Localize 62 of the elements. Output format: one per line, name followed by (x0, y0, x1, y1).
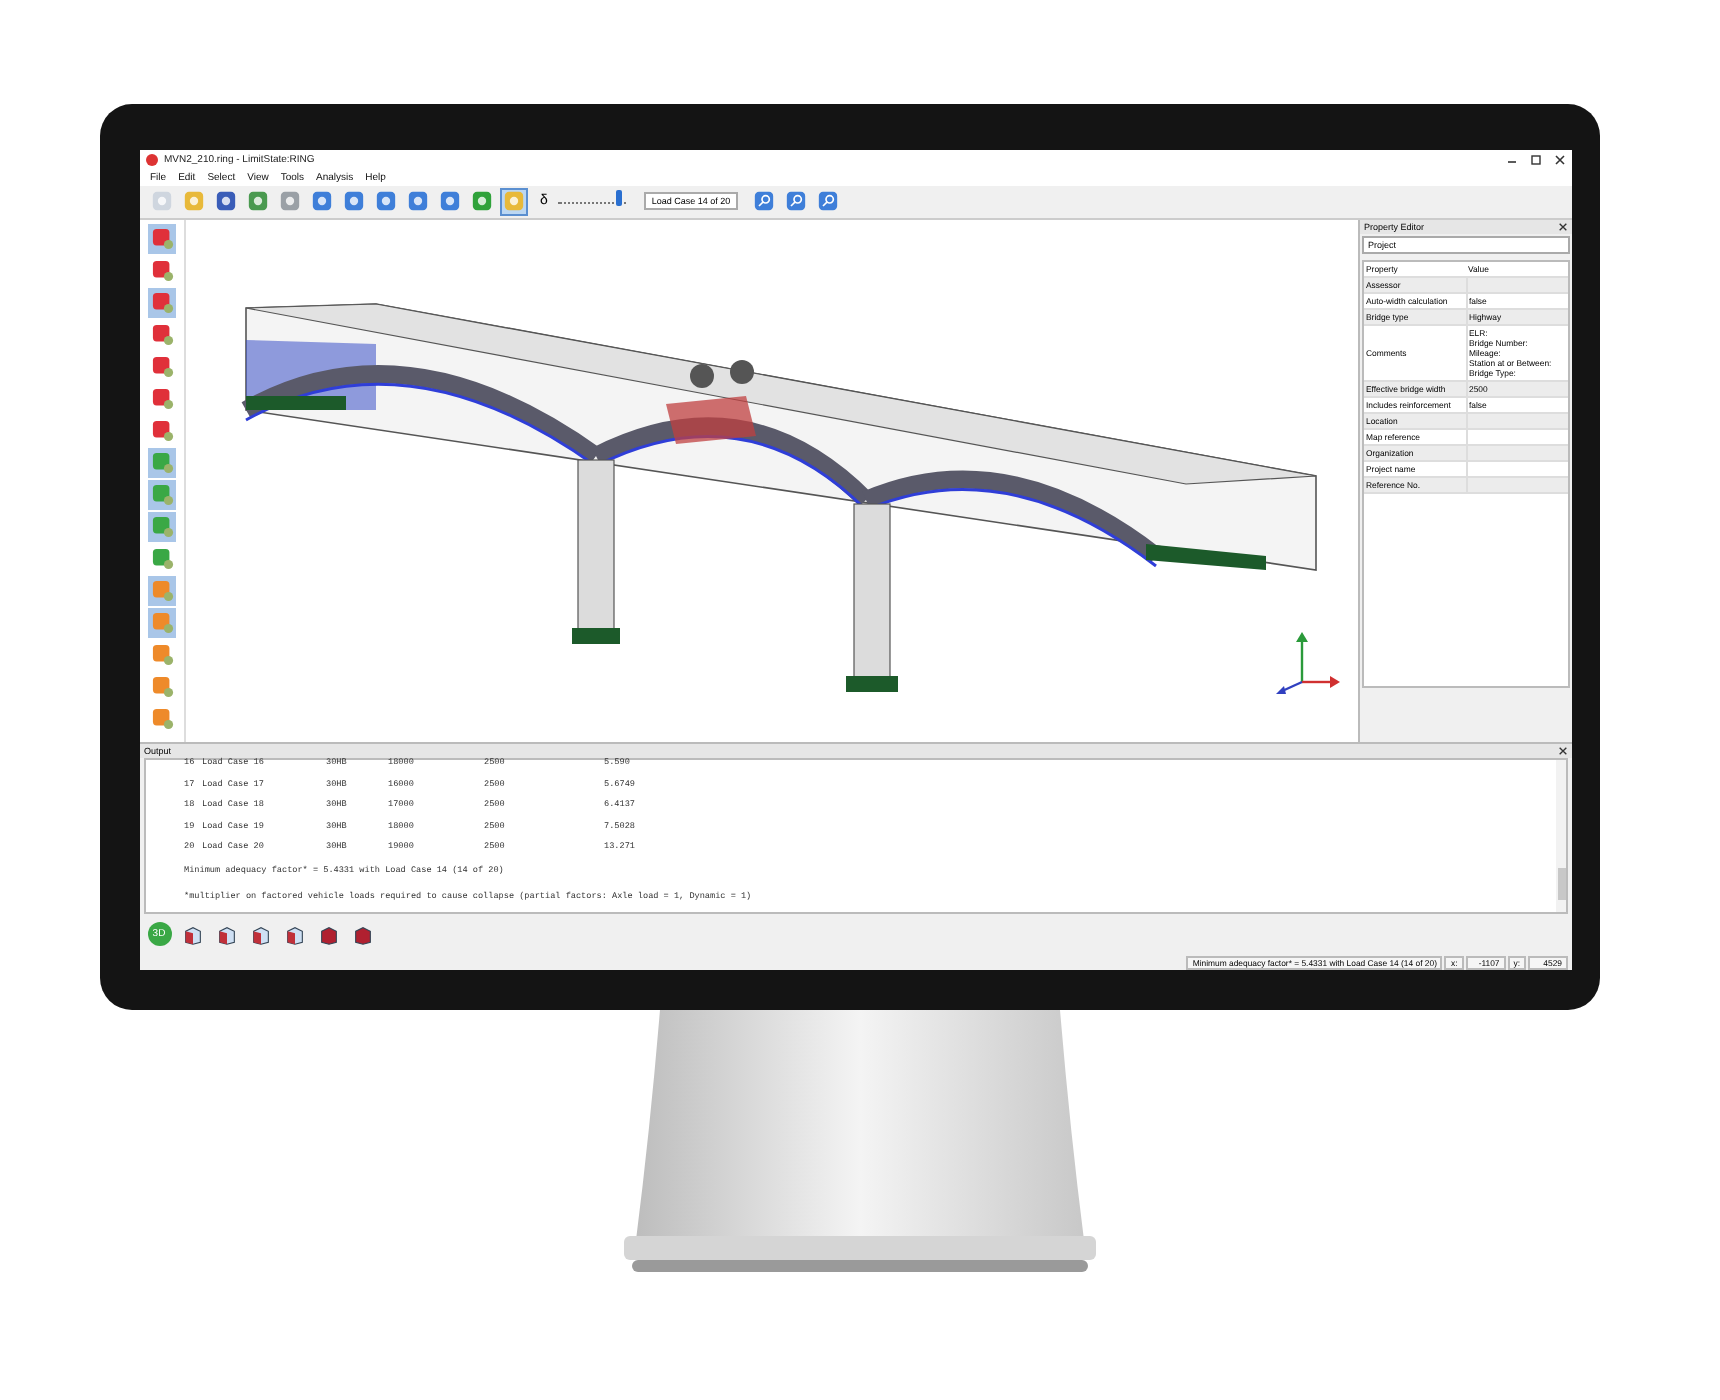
slider-thumb[interactable] (616, 190, 622, 207)
cube-icon (250, 923, 272, 946)
tool-button[interactable] (148, 511, 176, 543)
tool-icon (151, 580, 173, 603)
tool-icon (151, 420, 173, 443)
tool-button[interactable] (148, 383, 176, 415)
tool-icon (151, 292, 173, 315)
close-icon[interactable] (1558, 745, 1568, 756)
toolbar-button[interactable] (436, 187, 464, 216)
toolbar-button[interactable] (814, 187, 843, 216)
scrollbar[interactable] (1556, 759, 1566, 913)
tool-icon (151, 516, 173, 539)
cube-icon (216, 923, 238, 946)
tool-icon (151, 548, 173, 571)
axis-triad-icon (1274, 629, 1342, 698)
toolbar-button[interactable] (782, 187, 811, 216)
tool-icon (151, 708, 173, 731)
toolbar-button[interactable] (308, 187, 336, 216)
toolbar-button[interactable] (244, 187, 272, 216)
close-icon[interactable] (1558, 221, 1568, 232)
tool-button[interactable] (148, 607, 176, 639)
tool-button[interactable] (148, 479, 176, 511)
toolbar-button[interactable] (212, 187, 240, 216)
tool-icon (151, 644, 173, 667)
tool-button[interactable] (148, 255, 176, 287)
tool-button[interactable] (148, 575, 176, 607)
tool-button[interactable] (148, 639, 176, 671)
cube-icon (318, 923, 340, 946)
cube-icon (182, 923, 204, 946)
cube-icon (284, 923, 306, 946)
tool-icon (151, 228, 173, 251)
magnifier-icon (786, 190, 807, 213)
toolbar-button[interactable] (500, 187, 528, 216)
tool-button[interactable] (148, 703, 176, 735)
tool-icon (151, 356, 173, 379)
tool-icon (151, 452, 173, 475)
toolbar-button[interactable] (340, 187, 368, 216)
tool-icon (151, 676, 173, 699)
tool-button[interactable] (148, 543, 176, 575)
tool-button[interactable] (148, 319, 176, 351)
tool-icon (151, 612, 173, 635)
tool-button[interactable] (148, 223, 176, 255)
tool-button[interactable] (148, 415, 176, 447)
tool-button[interactable] (148, 671, 176, 703)
tool-button[interactable] (148, 351, 176, 383)
close-icon[interactable] (1554, 153, 1566, 166)
toolbar-button[interactable] (750, 187, 779, 216)
toolbar-button[interactable] (276, 187, 304, 216)
toolbar-button[interactable] (468, 187, 496, 216)
cube-icon (352, 923, 374, 946)
tool-icon (151, 484, 173, 507)
maximize-icon[interactable] (1530, 153, 1542, 166)
tool-icon (151, 324, 173, 347)
magnifier-icon (818, 190, 839, 213)
tool-button[interactable] (148, 287, 176, 319)
magnifier-icon (754, 190, 775, 213)
toolbar-button[interactable] (404, 187, 432, 216)
tool-button[interactable] (148, 447, 176, 479)
tool-icon (151, 388, 173, 411)
toolbar-button[interactable] (372, 187, 400, 216)
tool-icon (151, 260, 173, 283)
app-logo-icon (146, 153, 158, 166)
